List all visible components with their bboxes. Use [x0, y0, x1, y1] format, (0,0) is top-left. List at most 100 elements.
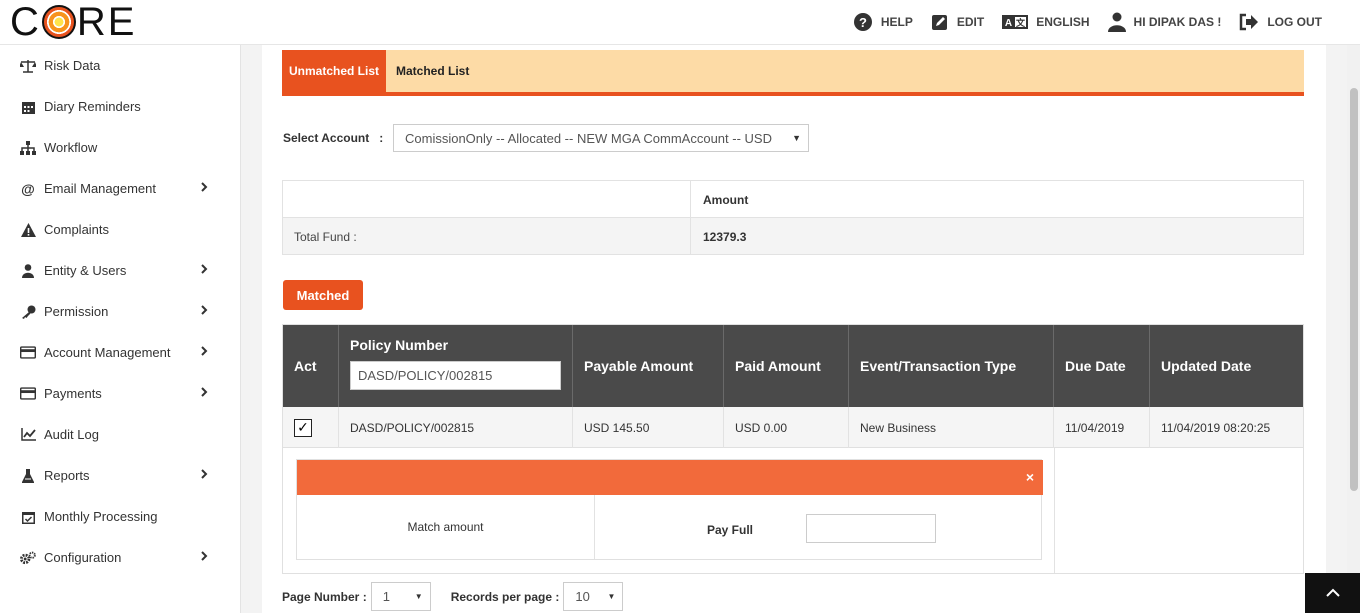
chevron-right-icon: [201, 344, 208, 359]
sidebar-item-diary-reminders[interactable]: Diary Reminders: [0, 86, 240, 127]
grid-divider: [1054, 448, 1055, 573]
policy-number-header-text: Policy Number: [350, 337, 449, 353]
chevron-right-icon: [201, 262, 208, 277]
logo-target-icon: [41, 5, 76, 39]
grid-header: Act Policy Number DASD/POLICY/002815 Pay…: [283, 325, 1303, 407]
match-detail-panel: × Match amount Pay Full: [296, 459, 1043, 560]
language-label: ENGLISH: [1036, 15, 1090, 29]
due-date-cell: 11/04/2019: [1054, 407, 1150, 448]
page-number-select[interactable]: 1 ▼: [370, 582, 431, 611]
select-account-label-text: Select Account: [283, 131, 370, 145]
question-circle-icon: ?: [853, 12, 873, 32]
balance-scale-icon: [20, 58, 36, 74]
select-account-label: Select Account :: [283, 131, 383, 145]
cogs-icon: [20, 550, 36, 566]
fund-summary-table: Amount Total Fund : 12379.3: [282, 180, 1304, 255]
svg-text:文: 文: [1015, 17, 1026, 28]
row-checkbox[interactable]: ✓: [294, 418, 312, 437]
page-number-label: Page Number :: [282, 589, 367, 604]
chevron-right-icon: [201, 180, 208, 195]
user-icon: [20, 263, 36, 279]
tab-unmatched-list[interactable]: Unmatched List: [282, 50, 386, 92]
sidebar-item-label: Audit Log: [44, 427, 99, 442]
dropdown-arrow-icon: ▼: [792, 133, 801, 143]
column-header-due-date: Due Date: [1054, 325, 1150, 407]
user-icon: [1107, 12, 1126, 32]
payment-icon: [20, 386, 36, 402]
match-panel-header: ×: [297, 460, 1043, 495]
account-select-value: ComissionOnly -- Allocated -- NEW MGA Co…: [405, 130, 772, 146]
dropdown-arrow-icon: ▼: [414, 592, 423, 601]
pay-full-input[interactable]: [806, 514, 936, 543]
match-amount-label: Match amount: [297, 495, 595, 559]
core-logo[interactable]: C RE: [10, 2, 136, 42]
logo-text-left: C: [10, 0, 41, 44]
translate-icon: A文: [1002, 14, 1029, 30]
top-bar: C RE ? HELP EDIT A文 ENGLISH HI DIPAK DAS…: [0, 0, 1360, 45]
user-greeting: HI DIPAK DAS !: [1133, 15, 1222, 29]
dropdown-arrow-icon: ▼: [607, 592, 616, 601]
sidebar-item-payments[interactable]: Payments: [0, 373, 240, 414]
matched-button[interactable]: Matched: [283, 280, 363, 310]
page-number-value: 1: [382, 589, 390, 604]
calendar-icon: [20, 99, 36, 115]
language-link[interactable]: A文 ENGLISH: [1002, 14, 1090, 30]
fund-table-header-row: [283, 181, 1303, 218]
sidebar-item-risk-data[interactable]: Risk Data: [0, 45, 240, 86]
tab-matched-list[interactable]: Matched List: [396, 50, 469, 92]
scrollbar-thumb[interactable]: [1350, 88, 1358, 491]
sign-out-icon: [1239, 13, 1259, 31]
records-per-page-label: Records per page :: [450, 589, 560, 604]
svg-text:A: A: [1005, 18, 1012, 29]
sidebar-item-workflow[interactable]: Workflow: [0, 127, 240, 168]
sidebar-item-account-management[interactable]: Account Management: [0, 332, 240, 373]
top-nav: ? HELP EDIT A文 ENGLISH HI DIPAK DAS ! LO…: [853, 0, 1322, 44]
sidebar-item-label: Permission: [44, 304, 109, 319]
paid-amount-cell: USD 0.00: [724, 407, 849, 448]
updated-date-cell: 11/04/2019 08:20:25: [1161, 420, 1271, 435]
sidebar: Risk Data Diary Reminders Workflow @ Ema…: [0, 45, 241, 613]
tab-bar: Unmatched List Matched List: [282, 50, 1304, 96]
close-icon[interactable]: ×: [1026, 469, 1034, 485]
chevron-up-icon: [1325, 584, 1340, 602]
sidebar-item-label: Email Management: [44, 181, 156, 196]
back-to-top-button[interactable]: [1305, 573, 1360, 613]
fund-table-divider: [690, 181, 691, 254]
edit-link[interactable]: EDIT: [931, 13, 984, 31]
help-label: HELP: [880, 15, 913, 29]
sidebar-item-label: Entity & Users: [44, 263, 127, 278]
logout-link[interactable]: LOG OUT: [1239, 13, 1322, 31]
policy-number-filter-value: DASD/POLICY/002815: [358, 368, 493, 383]
policy-number-cell: DASD/POLICY/002815: [339, 407, 573, 448]
sidebar-item-entity-users[interactable]: Entity & Users: [0, 250, 240, 291]
sidebar-item-configuration[interactable]: Configuration: [0, 537, 240, 578]
pay-full-label: Pay Full: [707, 523, 754, 537]
sitemap-icon: [20, 140, 36, 156]
chevron-right-icon: [201, 467, 208, 482]
account-select[interactable]: ComissionOnly -- Allocated -- NEW MGA Co…: [393, 124, 809, 152]
sidebar-item-complaints[interactable]: Complaints: [0, 209, 240, 250]
fund-table-row: [283, 218, 1303, 254]
policy-number-filter-input[interactable]: DASD/POLICY/002815: [350, 361, 561, 390]
flask-icon: [20, 468, 36, 484]
sidebar-item-label: Account Management: [44, 345, 171, 360]
help-link[interactable]: ? HELP: [853, 12, 913, 32]
sidebar-item-reports[interactable]: Reports: [0, 455, 240, 496]
key-icon: [20, 304, 36, 320]
match-panel-body: Match amount Pay Full: [297, 495, 1041, 559]
pagination: Page Number : 1 ▼ Records per page : 10 …: [282, 582, 624, 611]
vertical-scrollbar[interactable]: [1347, 45, 1360, 613]
sidebar-item-email-management[interactable]: @ Email Management: [0, 168, 240, 209]
chevron-right-icon: [201, 549, 208, 564]
column-header-policy-number: Policy Number DASD/POLICY/002815: [339, 325, 573, 407]
sidebar-item-monthly-processing[interactable]: Monthly Processing: [0, 496, 240, 537]
edit-icon: [931, 13, 949, 31]
sidebar-item-permission[interactable]: Permission: [0, 291, 240, 332]
sidebar-item-audit-log[interactable]: Audit Log: [0, 414, 240, 455]
act-cell: ✓: [283, 407, 339, 448]
table-row[interactable]: ✓ DASD/POLICY/002815 USD 145.50 USD 0.00…: [283, 407, 1303, 448]
user-menu[interactable]: HI DIPAK DAS !: [1107, 12, 1222, 32]
sidebar-item-label: Workflow: [44, 140, 98, 155]
select-account-separator: :: [379, 131, 384, 145]
records-per-page-select[interactable]: 10 ▼: [563, 582, 624, 611]
